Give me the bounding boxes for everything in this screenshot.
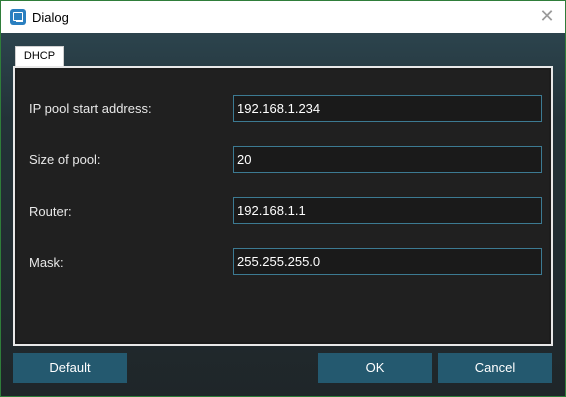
router-label: Router: bbox=[29, 204, 72, 219]
default-button[interactable]: Default bbox=[13, 353, 127, 383]
window-title: Dialog bbox=[32, 10, 69, 25]
pool-size-input[interactable] bbox=[233, 146, 542, 173]
ip-pool-start-label: IP pool start address: bbox=[29, 101, 152, 116]
dhcp-panel: IP pool start address: Size of pool: Rou… bbox=[13, 66, 553, 346]
ok-button[interactable]: OK bbox=[318, 353, 432, 383]
tab-dhcp[interactable]: DHCP bbox=[15, 46, 64, 66]
cancel-button[interactable]: Cancel bbox=[438, 353, 552, 383]
close-icon[interactable]: ✕ bbox=[537, 7, 557, 27]
ip-pool-start-input[interactable] bbox=[233, 95, 542, 122]
title-bar: Dialog ✕ bbox=[1, 1, 565, 33]
dhcp-panel-content: IP pool start address: Size of pool: Rou… bbox=[17, 70, 549, 342]
mask-input[interactable] bbox=[233, 248, 542, 275]
dialog-window: Dialog ✕ DHCP IP pool start address: Siz… bbox=[0, 0, 566, 397]
mask-label: Mask: bbox=[29, 255, 64, 270]
router-input[interactable] bbox=[233, 197, 542, 224]
app-icon bbox=[10, 9, 26, 25]
pool-size-label: Size of pool: bbox=[29, 152, 101, 167]
